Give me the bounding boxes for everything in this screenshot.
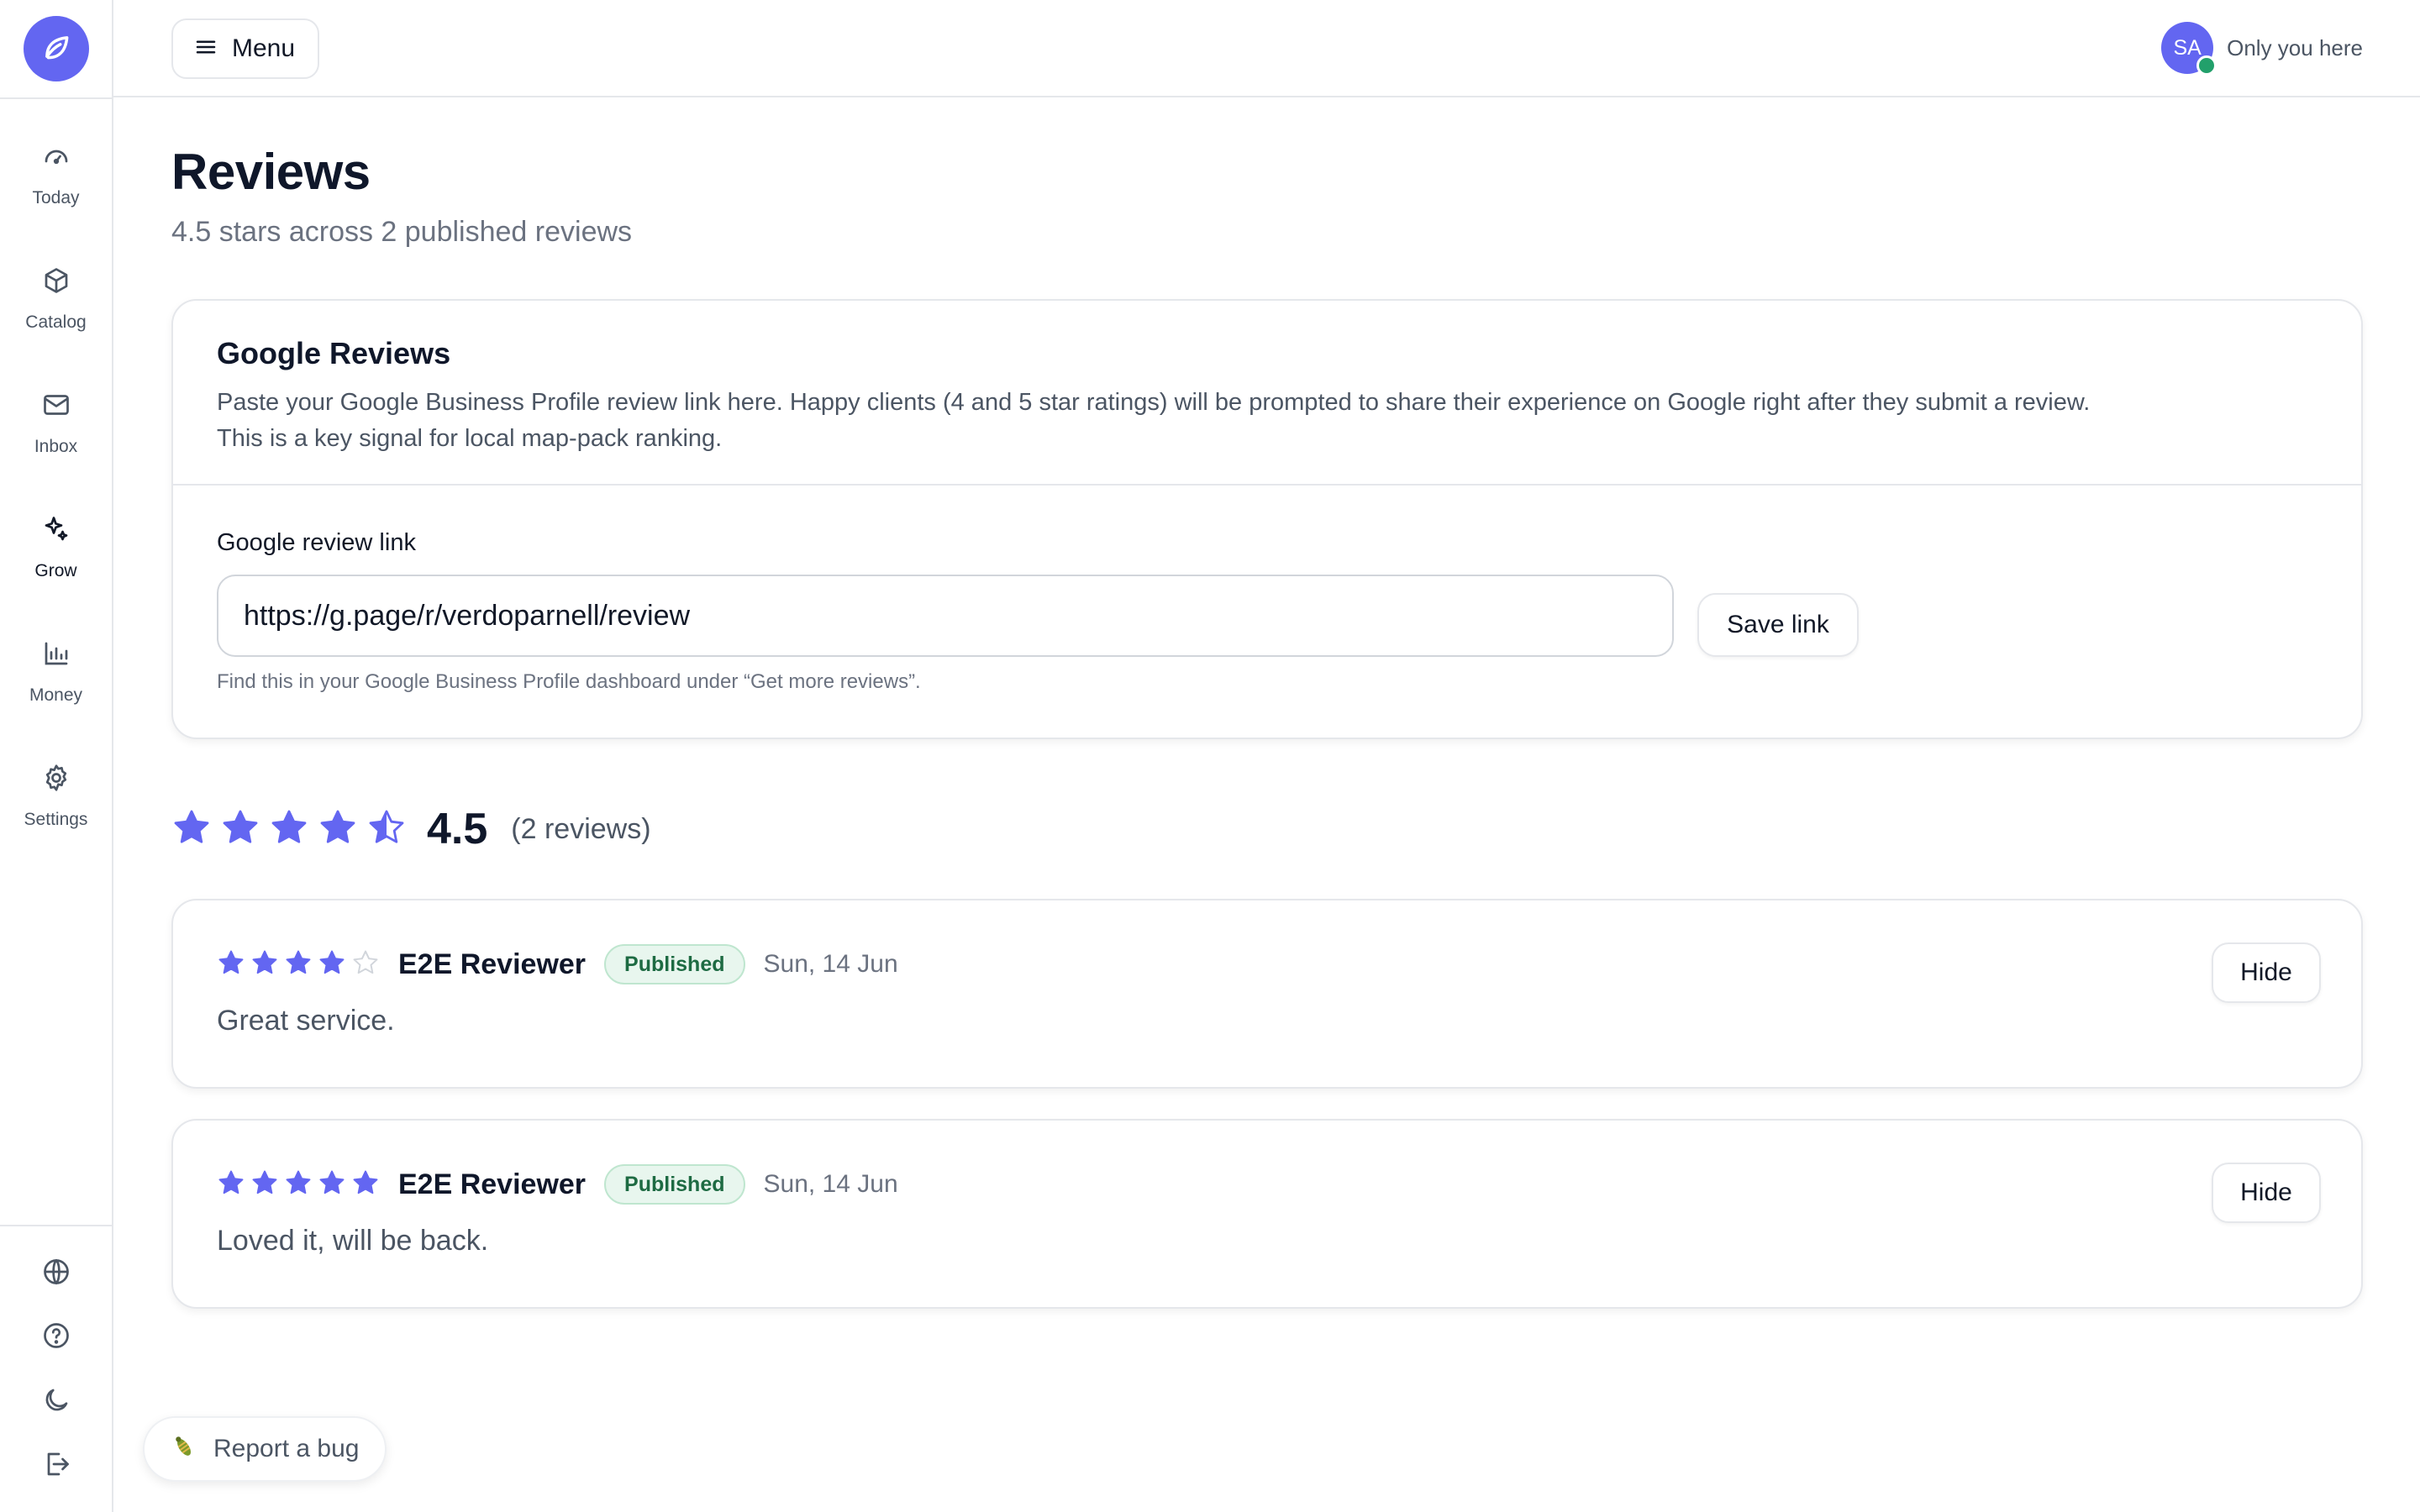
star-filled-icon [318, 807, 358, 852]
hide-review-button[interactable]: Hide [2212, 942, 2321, 1003]
rating-summary: 4.5 (2 reviews) [171, 800, 651, 858]
menu-button-label: Menu [232, 34, 296, 62]
description-line-2: This is a key signal for local map-pack … [217, 425, 723, 452]
google-reviews-title: Google Reviews [217, 336, 451, 370]
logout-icon[interactable] [39, 1448, 73, 1482]
report-bug-label: Report a bug [213, 1435, 360, 1462]
save-link-button[interactable]: Save link [1697, 593, 1859, 657]
sparkles-icon [39, 512, 73, 546]
gear-icon [39, 761, 73, 795]
average-rating: 4.5 [427, 805, 488, 853]
google-reviews-description: Paste your Google Business Profile revie… [217, 385, 2317, 457]
box-icon [39, 264, 73, 297]
logo-area [0, 0, 112, 99]
sidebar-item-inbox[interactable]: Inbox [0, 388, 112, 512]
google-review-link-input[interactable] [217, 575, 1674, 657]
hamburger-icon [193, 34, 218, 64]
mail-icon [39, 388, 73, 422]
gauge-icon [39, 139, 73, 173]
sidebar-item-catalog[interactable]: Catalog [0, 264, 112, 388]
star-filled-icon [284, 1168, 313, 1201]
sidebar-item-settings[interactable]: Settings [0, 761, 112, 885]
google-review-link-label: Google review link [217, 529, 416, 556]
sidebar-item-label: Catalog [25, 312, 87, 332]
star-filled-icon [217, 948, 245, 981]
star-filled-icon [318, 948, 346, 981]
online-status-dot [2196, 55, 2217, 76]
sidebar-item-label: Inbox [34, 437, 78, 456]
google-review-link-hint: Find this in your Google Business Profil… [217, 670, 921, 693]
presence-text: Only you here [2227, 34, 2363, 60]
google-reviews-card: Google Reviews Paste your Google Busines… [171, 299, 2363, 739]
star-filled-icon [351, 1168, 380, 1201]
review-text: Great service. [217, 1005, 395, 1037]
user-presence[interactable]: SA Only you here [2161, 22, 2363, 76]
status-badge: Published [604, 944, 745, 984]
review-date: Sun, 14 Jun [763, 950, 898, 978]
star-filled-icon [318, 1168, 346, 1201]
divider [173, 484, 2361, 486]
avatar[interactable]: SA [2161, 22, 2217, 76]
star-filled-icon [269, 807, 309, 852]
review-text: Loved it, will be back. [217, 1225, 489, 1257]
description-line-1: Paste your Google Business Profile revie… [217, 389, 2091, 416]
star-filled-icon [171, 807, 212, 852]
reviewer-name: E2E Reviewer [398, 948, 587, 980]
hide-review-button[interactable]: Hide [2212, 1163, 2321, 1223]
summary-stars [171, 807, 407, 852]
status-badge: Published [604, 1164, 745, 1205]
sidebar-item-label: Grow [34, 561, 77, 580]
moon-icon[interactable] [39, 1383, 73, 1417]
review-count: (2 reviews) [511, 812, 651, 845]
sidebar: Today Catalog Inbox Grow Money Settings [0, 0, 113, 1512]
leaf-icon [40, 31, 72, 67]
sidebar-utilities [0, 1225, 112, 1512]
sidebar-item-money[interactable]: Money [0, 637, 112, 761]
review-stars [217, 948, 380, 981]
bug-icon [170, 1433, 198, 1466]
star-filled-icon [217, 1168, 245, 1201]
review-card: E2E Reviewer Published Sun, 14 Jun Loved… [171, 1119, 2363, 1309]
sidebar-item-label: Money [29, 685, 83, 705]
sidebar-item-grow[interactable]: Grow [0, 512, 112, 637]
top-bar: Menu SA Only you here [113, 0, 2420, 97]
menu-button[interactable]: Menu [171, 18, 319, 79]
globe-icon[interactable] [39, 1255, 73, 1289]
page-title: Reviews [171, 144, 371, 200]
review-date: Sun, 14 Jun [763, 1170, 898, 1198]
sidebar-item-today[interactable]: Today [0, 139, 112, 264]
sidebar-nav: Today Catalog Inbox Grow Money Settings [0, 99, 112, 885]
avatar-initials: SA [2173, 35, 2202, 60]
bar-chart-icon [39, 637, 73, 670]
review-header: E2E Reviewer Published Sun, 14 Jun [217, 1163, 898, 1206]
star-empty-icon [351, 948, 380, 981]
review-header: E2E Reviewer Published Sun, 14 Jun [217, 942, 898, 986]
sidebar-item-label: Today [32, 188, 80, 207]
review-stars [217, 1168, 380, 1201]
app-logo[interactable] [23, 16, 89, 81]
report-bug-button[interactable]: Report a bug [143, 1416, 387, 1482]
star-filled-icon [284, 948, 313, 981]
star-filled-icon [220, 807, 260, 852]
help-icon[interactable] [39, 1320, 73, 1353]
star-half-icon [366, 807, 407, 852]
page-subtitle: 4.5 stars across 2 published reviews [171, 216, 633, 248]
reviewer-name: E2E Reviewer [398, 1168, 587, 1200]
star-filled-icon [250, 1168, 279, 1201]
google-reviews-header: Google Reviews Paste your Google Busines… [217, 336, 2317, 457]
review-card: E2E Reviewer Published Sun, 14 Jun Great… [171, 899, 2363, 1089]
sidebar-item-label: Settings [24, 810, 88, 829]
star-filled-icon [250, 948, 279, 981]
